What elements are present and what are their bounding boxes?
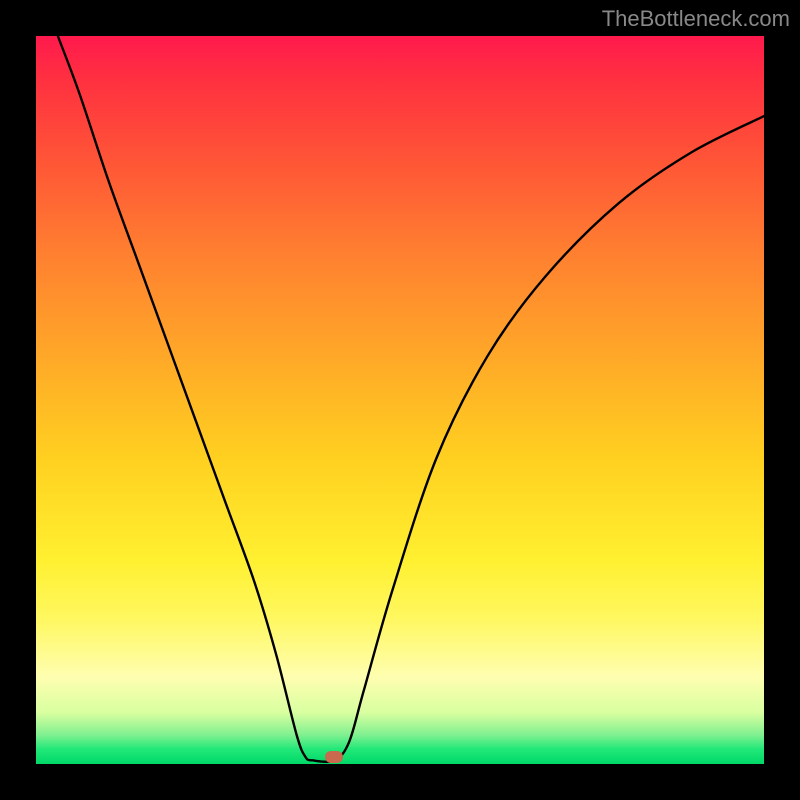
- plot-area: [36, 36, 764, 764]
- bottleneck-curve: [58, 36, 764, 762]
- watermark-text: TheBottleneck.com: [602, 6, 790, 32]
- chart-frame: TheBottleneck.com: [0, 0, 800, 800]
- minimum-marker: [325, 751, 343, 763]
- curve-svg: [36, 36, 764, 764]
